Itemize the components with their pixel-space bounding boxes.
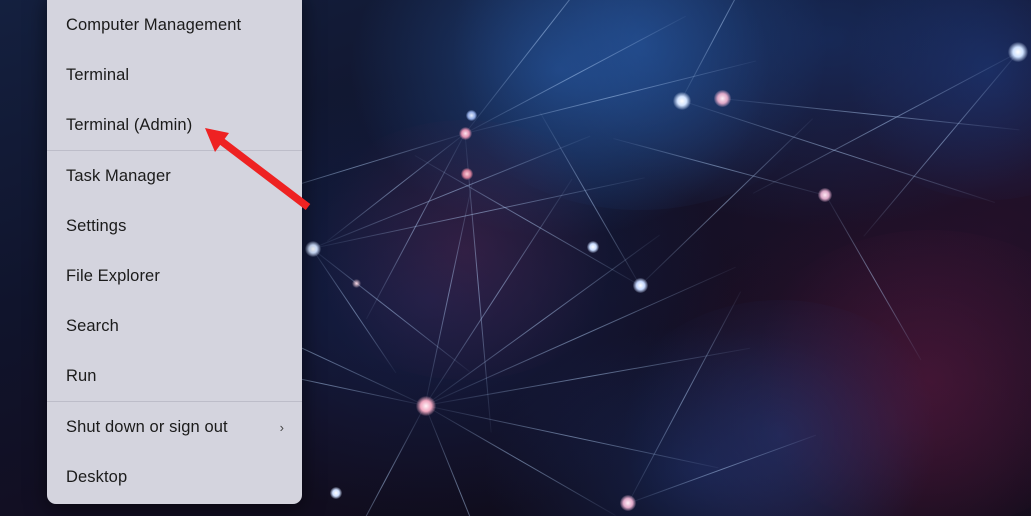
menu-item-label: Terminal	[66, 65, 130, 84]
wallpaper-node	[459, 127, 472, 140]
wallpaper-edge	[613, 138, 827, 196]
menu-item-label: Desktop	[66, 467, 128, 486]
menu-item-file-explorer[interactable]: File Explorer	[47, 251, 302, 301]
wallpaper-glow	[610, 300, 950, 516]
wallpaper-edge	[424, 180, 474, 406]
menu-item-label: File Explorer	[66, 266, 160, 285]
wallpaper-edge	[424, 405, 497, 516]
wallpaper-node	[818, 188, 832, 202]
wallpaper-edge	[311, 248, 470, 373]
wallpaper-glow	[430, 0, 850, 210]
wallpaper-edge	[424, 405, 719, 469]
wallpaper-node	[330, 487, 342, 499]
wallpaper-edge	[311, 177, 645, 249]
screen: Computer Management Terminal Terminal (A…	[0, 0, 1031, 516]
menu-item-shut-down-or-sign-out[interactable]: Shut down or sign out ›	[47, 402, 302, 452]
wallpaper-glow	[840, 0, 1031, 200]
wallpaper-edge	[365, 133, 466, 320]
wallpaper-edge	[424, 178, 573, 406]
wallpaper-edge	[414, 155, 641, 286]
menu-item-label: Computer Management	[66, 15, 242, 34]
wallpaper-node	[620, 495, 636, 511]
wallpaper-edge	[464, 15, 686, 134]
wallpaper-edge	[464, 133, 492, 433]
wallpaper-edge	[424, 266, 736, 406]
menu-item-computer-management[interactable]: Computer Management	[47, 0, 302, 50]
wallpaper-node	[305, 241, 321, 257]
wallpaper-node	[461, 168, 473, 180]
chevron-right-icon: ›	[279, 419, 284, 435]
wallpaper-edge	[311, 135, 591, 249]
menu-item-label: Search	[66, 316, 119, 335]
wallpaper-node	[714, 90, 731, 107]
wallpaper-edge	[680, 0, 762, 101]
wallpaper-edge	[424, 347, 751, 406]
menu-item-desktop[interactable]: Desktop	[47, 452, 302, 502]
wallpaper-edge	[627, 291, 742, 504]
menu-item-label: Settings	[66, 216, 127, 235]
wallpaper-edge	[639, 118, 813, 286]
wallpaper-edge	[311, 248, 397, 374]
menu-item-terminal-admin[interactable]: Terminal (Admin)	[47, 100, 302, 150]
wallpaper-node	[673, 92, 691, 110]
wallpaper-glow	[300, 120, 630, 380]
menu-item-task-manager[interactable]: Task Manager	[47, 151, 302, 201]
menu-item-label: Task Manager	[66, 166, 171, 185]
wallpaper-node	[633, 278, 648, 293]
wallpaper-edge	[539, 112, 641, 286]
wallpaper-edge	[344, 405, 426, 516]
wallpaper-node	[587, 241, 599, 253]
menu-item-label: Terminal (Admin)	[66, 115, 193, 134]
menu-item-search[interactable]: Search	[47, 301, 302, 351]
wallpaper-edge	[752, 52, 1019, 194]
wallpaper-edge	[627, 434, 817, 504]
menu-item-settings[interactable]: Settings	[47, 201, 302, 251]
menu-item-run[interactable]: Run	[47, 351, 302, 401]
wallpaper-edge	[825, 195, 922, 361]
wallpaper-edge	[863, 52, 1019, 237]
wallpaper-edge	[424, 234, 660, 406]
menu-item-label: Run	[66, 366, 97, 385]
power-user-context-menu[interactable]: Computer Management Terminal Terminal (A…	[47, 0, 302, 504]
wallpaper-edge	[424, 405, 616, 516]
menu-item-label: Shut down or sign out	[66, 417, 228, 436]
wallpaper-node	[466, 110, 477, 121]
wallpaper-edge	[326, 133, 466, 242]
wallpaper-edge	[464, 0, 626, 134]
wallpaper-edge	[464, 60, 757, 134]
wallpaper-node	[352, 279, 361, 288]
wallpaper-glow	[740, 230, 1031, 516]
wallpaper-edge	[720, 98, 1020, 131]
wallpaper-edge	[680, 100, 996, 203]
wallpaper-node	[416, 396, 436, 416]
wallpaper-node	[1008, 42, 1028, 62]
menu-item-terminal[interactable]: Terminal	[47, 50, 302, 100]
